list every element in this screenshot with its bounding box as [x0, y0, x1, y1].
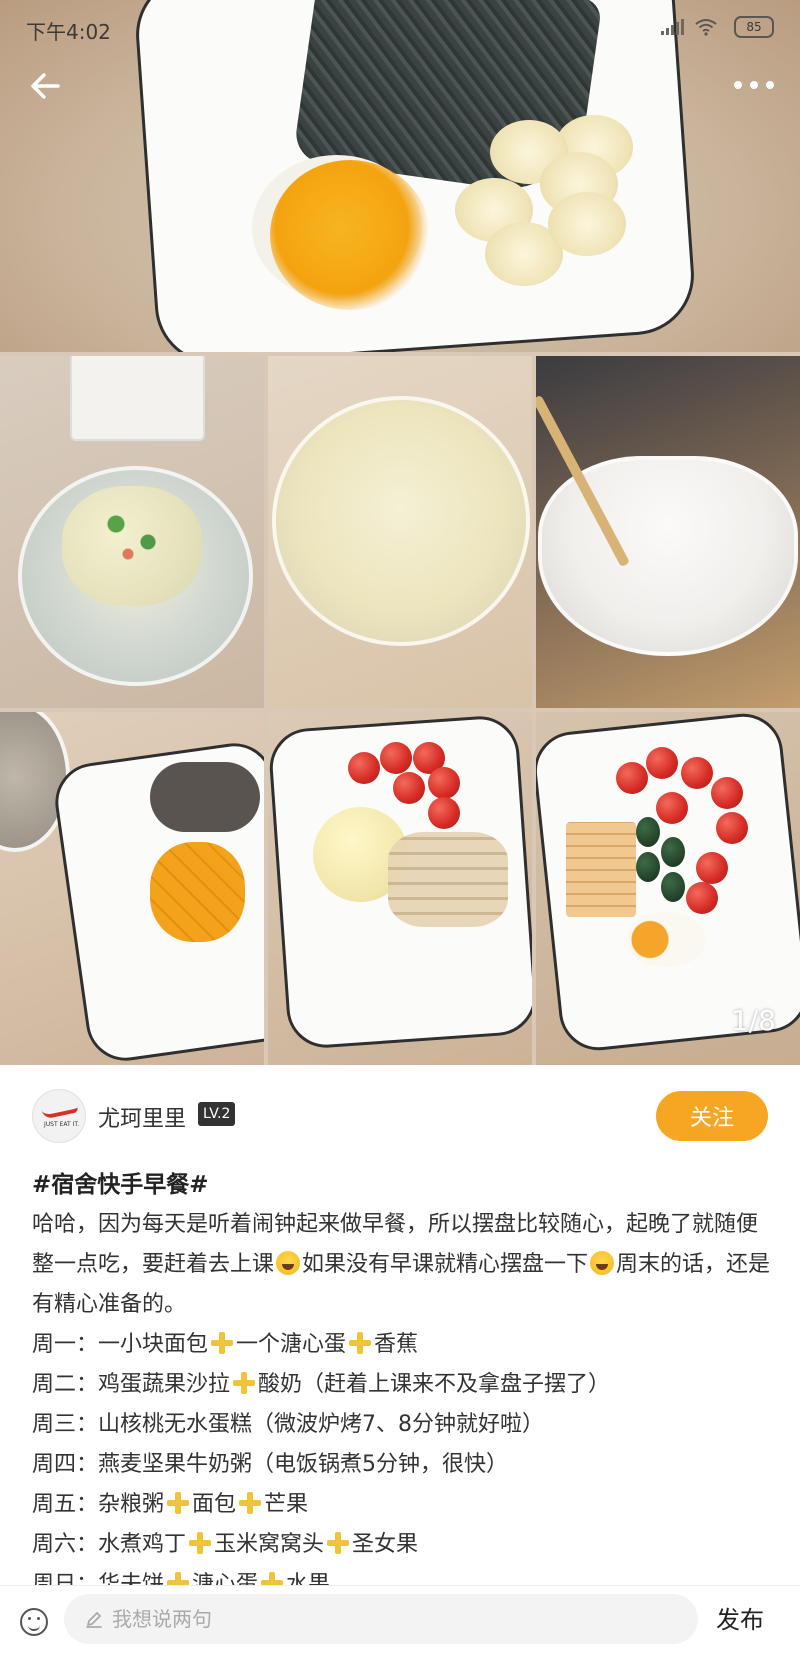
intro-text-2: 如果没有早课就精心摆盘一下	[302, 1252, 589, 1277]
day-item: 芒果	[264, 1492, 309, 1517]
page-indicator: 1/8	[730, 1004, 776, 1037]
plus-icon	[211, 1332, 234, 1354]
author-name[interactable]: 尤珂里里	[98, 1101, 186, 1133]
photo-gallery[interactable]	[0, 0, 800, 1065]
day-item: 一个溏心蛋	[236, 1332, 347, 1357]
comment-bar: 发布	[0, 1585, 800, 1665]
avatar[interactable]: JUST EAT IT.	[32, 1089, 86, 1143]
day-item: 杂粮粥	[98, 1492, 165, 1517]
day-item: 水煮鸡丁	[98, 1532, 187, 1557]
battery-level: 85	[734, 16, 774, 38]
post-intro: 哈哈，因为每天是听着闹钟起来做早餐，所以摆盘比较随心，起晚了就随便整一点吃，要赶…	[32, 1205, 772, 1325]
swoosh-logo-icon	[41, 1102, 79, 1120]
plus-icon	[261, 1572, 284, 1585]
day-line-monday: 周一：一小块面包 一个溏心蛋 香蕉	[32, 1325, 772, 1365]
follow-button[interactable]: 关注	[656, 1091, 768, 1141]
photo-chicken-bun	[268, 712, 532, 1065]
plus-icon	[327, 1532, 350, 1554]
photo-cake-bowl	[268, 356, 532, 708]
day-label: 周四：	[32, 1452, 99, 1477]
day-label: 周六：	[32, 1532, 99, 1557]
post-title[interactable]: #宿舍快手早餐#	[32, 1165, 772, 1205]
plus-icon	[233, 1372, 256, 1394]
day-item: 鸡蛋蔬果沙拉	[98, 1372, 231, 1397]
plus-icon	[167, 1572, 190, 1585]
comment-box[interactable]	[64, 1594, 698, 1644]
plus-icon	[189, 1532, 212, 1554]
day-line-friday: 周五：杂粮粥 面包 芒果	[32, 1485, 772, 1525]
day-line-sunday: 周日：华夫饼 溏心蛋 水果	[32, 1565, 772, 1585]
emoji-button[interactable]	[20, 1608, 48, 1636]
day-label: 周三：	[32, 1412, 99, 1437]
avatar-text: JUST EAT IT.	[44, 1121, 80, 1128]
day-line-tuesday: 周二：鸡蛋蔬果沙拉 酸奶（赶着上课来不及拿盘子摆了）	[32, 1365, 772, 1405]
day-item: 香蕉	[374, 1332, 419, 1357]
day-label: 周一：	[32, 1332, 99, 1357]
photo-milk-porridge	[536, 356, 800, 708]
day-item: 酸奶（赶着上课来不及拿盘子摆了）	[258, 1372, 611, 1397]
day-item: 面包	[192, 1492, 237, 1517]
signal-icon	[661, 19, 684, 35]
publish-button[interactable]: 发布	[716, 1600, 764, 1635]
day-label: 周五：	[32, 1492, 99, 1517]
status-time: 下午4:02	[26, 20, 111, 44]
more-options-button[interactable]	[734, 70, 774, 100]
plus-icon	[167, 1492, 190, 1514]
plus-icon	[349, 1332, 372, 1354]
arrow-left-icon	[31, 73, 60, 99]
day-item: 玉米窝窝头	[214, 1532, 325, 1557]
day-line-wednesday: 周三：山核桃无水蛋糕（微波炉烤7、8分钟就好啦）	[32, 1405, 772, 1445]
plus-icon	[239, 1492, 262, 1514]
post-content: #宿舍快手早餐# 哈哈，因为每天是听着闹钟起来做早餐，所以摆盘比较随心，起晚了就…	[32, 1165, 772, 1585]
wifi-icon	[695, 19, 717, 36]
day-item: 燕麦坚果牛奶粥（电饭锅煮5分钟，很快）	[98, 1452, 509, 1477]
level-badge: LV.2	[198, 1102, 236, 1126]
day-item: 溏心蛋	[192, 1572, 259, 1585]
day-item: 水果	[286, 1572, 331, 1585]
back-button[interactable]	[26, 66, 66, 106]
day-line-saturday: 周六：水煮鸡丁 玉米窝窝头 圣女果	[32, 1525, 772, 1565]
day-label: 周日：	[32, 1572, 99, 1585]
day-item: 一小块面包	[98, 1332, 209, 1357]
status-bar: 下午4:02 85	[0, 0, 800, 60]
comment-input[interactable]	[112, 1607, 612, 1631]
more-dot-icon	[750, 81, 758, 89]
laugh-emoji-icon	[590, 1251, 615, 1275]
day-item: 圣女果	[352, 1532, 419, 1557]
laugh-emoji-icon	[276, 1251, 301, 1275]
pencil-icon	[86, 1612, 102, 1628]
more-dot-icon	[734, 81, 742, 89]
photo-mango-bread	[0, 712, 264, 1065]
day-item: 华夫饼	[98, 1572, 165, 1585]
day-item: 山核桃无水蛋糕（微波炉烤7、8分钟就好啦）	[98, 1412, 545, 1437]
day-line-thursday: 周四：燕麦坚果牛奶粥（电饭锅煮5分钟，很快）	[32, 1445, 772, 1485]
author-row: JUST EAT IT. 尤珂里里 LV.2 关注	[0, 1065, 800, 1165]
status-icons	[661, 18, 718, 36]
battery-icon: 85	[734, 16, 774, 38]
photo-salad-yogurt	[0, 356, 264, 708]
more-dot-icon	[766, 81, 774, 89]
day-label: 周二：	[32, 1372, 99, 1397]
